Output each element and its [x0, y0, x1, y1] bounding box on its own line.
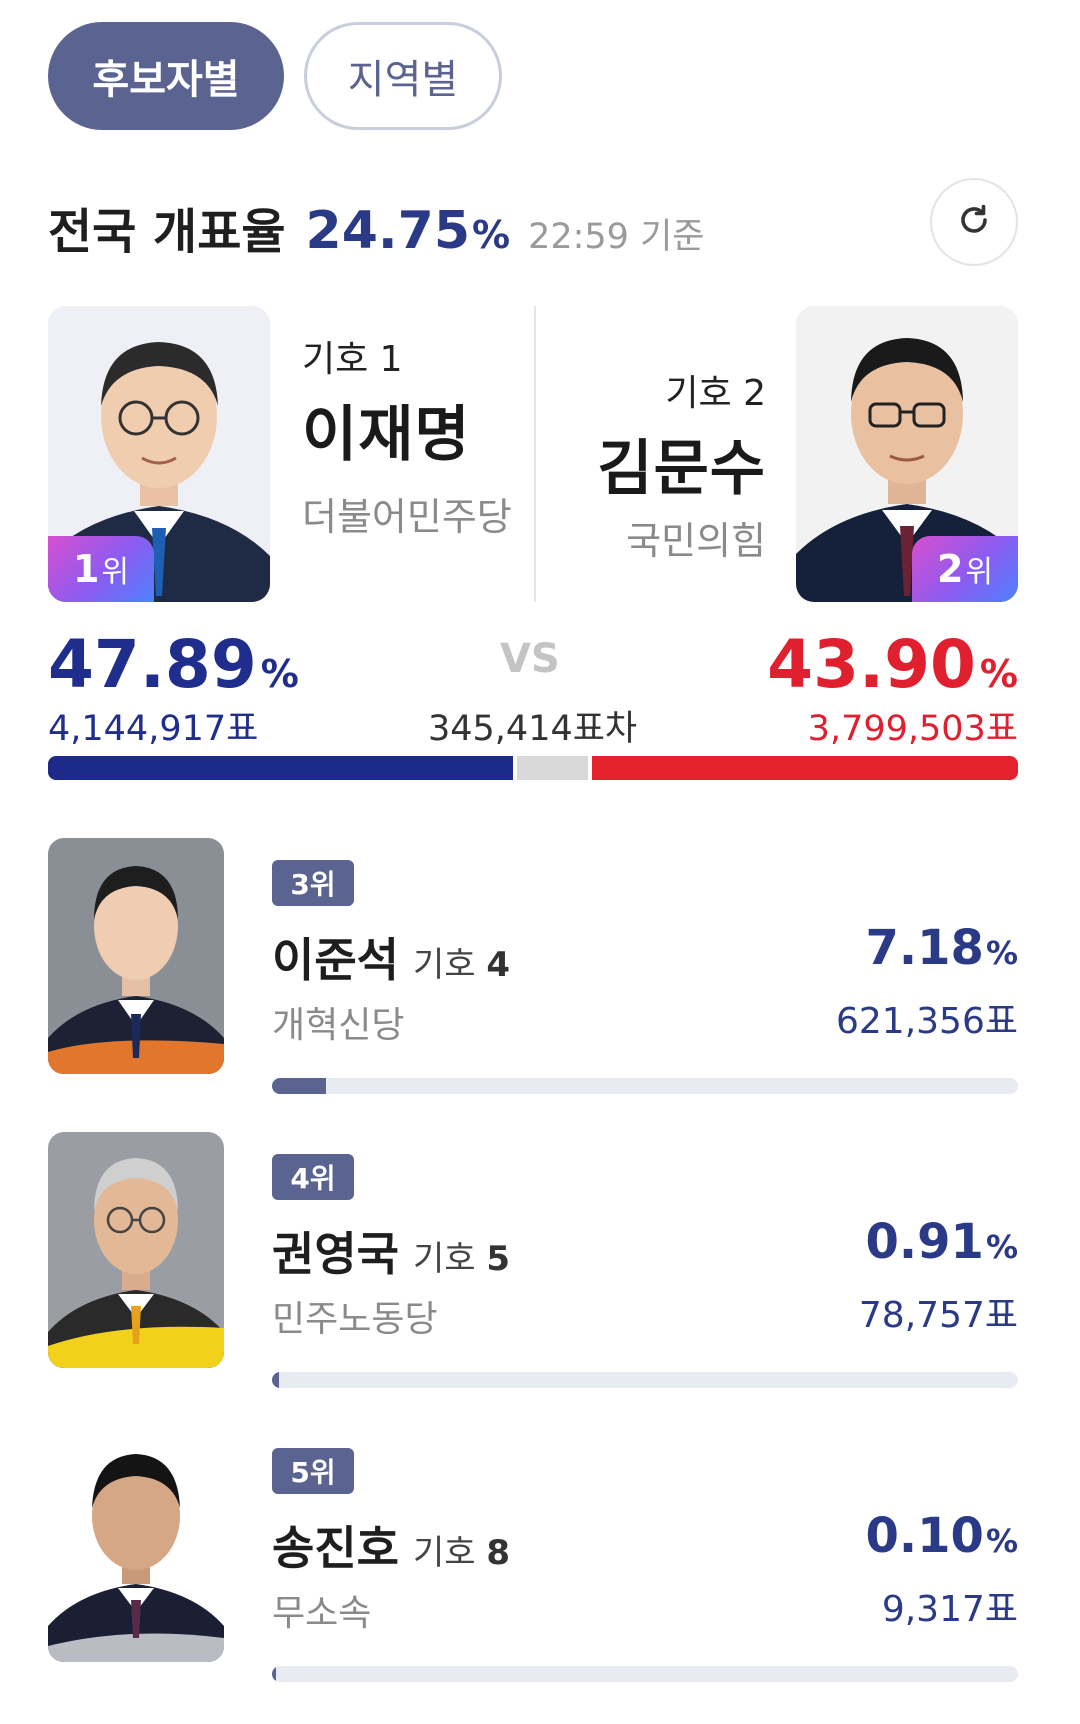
- candidate-1-symbol: 기호 1: [302, 339, 403, 380]
- symbol-number: 8: [486, 1533, 511, 1573]
- candidate-1-votes: 4,144,917표: [48, 709, 259, 749]
- candidate-row-3[interactable]: 3위 이준석 기호 4 개혁신당 7.18% 621,356표: [48, 838, 1018, 1098]
- rank-chip: 3위: [272, 860, 354, 906]
- count-rate-percent: %: [472, 213, 511, 257]
- percent-value: 43.90: [767, 626, 976, 703]
- candidate-4-photo: [48, 1132, 224, 1368]
- candidate-1-party: 더불어민주당: [302, 495, 512, 539]
- rank-unit: 위: [965, 555, 994, 590]
- count-timestamp: 22:59 기준: [528, 217, 705, 257]
- share-bar-track: [272, 1078, 1018, 1094]
- candidate-row-4[interactable]: 4위 권영국 기호 5 민주노동당 0.91% 78,757표: [48, 1132, 1018, 1392]
- rank-number: 2: [936, 547, 964, 591]
- candidate-name: 이준석 기호 4: [272, 924, 510, 990]
- candidate-votes: 9,317표: [881, 1589, 1018, 1630]
- candidate-1-info: 기호 1 이재명 더불어민주당: [302, 330, 522, 547]
- candidate-votes: 621,356표: [836, 1001, 1018, 1042]
- candidate-name: 권영국 기호 5: [272, 1218, 510, 1284]
- candidate-divider: [534, 306, 536, 602]
- percent-sign: %: [985, 1522, 1018, 1560]
- candidate-5-photo: [48, 1426, 224, 1662]
- rank-unit: 위: [101, 555, 130, 590]
- candidate-symbol: 기호 8: [413, 1533, 510, 1573]
- candidate-votes: 78,757표: [858, 1295, 1018, 1336]
- symbol-number: 4: [486, 945, 511, 985]
- candidate-percent: 0.91%: [866, 1214, 1019, 1270]
- percent-sign: %: [979, 652, 1018, 696]
- candidate-1-percent: 47.89%: [48, 626, 299, 703]
- candidate-party: 무소속: [272, 1593, 372, 1634]
- percent-sign: %: [985, 1228, 1018, 1266]
- head-to-head-bar: [48, 756, 1018, 780]
- candidate-1-name[interactable]: 이재명: [302, 386, 522, 473]
- vs-label: VS: [500, 636, 560, 682]
- share-bar-fill: [272, 1372, 279, 1388]
- count-rate-value: 24.75: [305, 201, 470, 261]
- candidate-name: 송진호 기호 8: [272, 1512, 510, 1578]
- candidate-symbol: 기호 5: [413, 1239, 510, 1279]
- candidate-2-name[interactable]: 김문수: [556, 420, 766, 507]
- candidate-name-text: 권영국: [272, 1227, 399, 1281]
- candidate-2-photo: 2위: [796, 306, 1018, 602]
- candidate-row-5[interactable]: 5위 송진호 기호 8 무소속 0.10% 9,317표: [48, 1426, 1018, 1686]
- candidate-3-photo: [48, 838, 224, 1074]
- rank-number: 1: [72, 547, 100, 591]
- symbol-prefix: 기호: [412, 1533, 476, 1573]
- candidate-party: 개혁신당: [272, 1005, 405, 1046]
- candidate-party: 민주노동당: [272, 1299, 438, 1340]
- count-status: 전국 개표율 24.75 % 22:59 기준: [48, 192, 704, 262]
- candidate-2-party: 국민의힘: [626, 519, 766, 563]
- vote-difference: 345,414표차: [428, 709, 638, 749]
- share-bar-fill: [272, 1666, 277, 1682]
- share-bar-fill: [272, 1078, 326, 1094]
- candidate-2-votes: 3,799,503표: [807, 709, 1018, 749]
- candidate-name-text: 송진호: [272, 1521, 399, 1575]
- rank-chip: 5위: [272, 1448, 354, 1494]
- percent-sign: %: [985, 934, 1018, 972]
- candidate-1-share-bar: [48, 756, 513, 780]
- rank-chip: 4위: [272, 1154, 354, 1200]
- candidate-2-symbol: 기호 2: [665, 373, 766, 414]
- candidate-2-info: 기호 2 김문수 국민의힘: [556, 364, 766, 571]
- share-bar-track: [272, 1666, 1018, 1682]
- refresh-icon: [954, 200, 994, 244]
- remaining-share-bar: [512, 756, 593, 780]
- symbol-prefix: 기호: [412, 1239, 476, 1279]
- symbol-prefix: 기호: [412, 945, 476, 985]
- candidate-percent: 0.10%: [866, 1508, 1019, 1564]
- percent-value: 0.91: [865, 1214, 984, 1270]
- candidate-2-percent: 43.90%: [767, 626, 1018, 703]
- rank-badge-1: 1위: [48, 536, 154, 602]
- candidate-symbol: 기호 4: [413, 945, 510, 985]
- percent-value: 7.18: [865, 920, 984, 976]
- view-tabs: 후보자별 지역별: [48, 22, 502, 130]
- candidate-name-text: 이준석: [272, 933, 399, 987]
- tab-by-region[interactable]: 지역별: [304, 22, 502, 130]
- percent-value: 47.89: [48, 626, 257, 703]
- percent-value: 0.10: [865, 1508, 984, 1564]
- count-rate-label: 전국 개표율: [48, 204, 286, 260]
- share-bar-track: [272, 1372, 1018, 1388]
- rank-badge-2: 2위: [912, 536, 1018, 602]
- percent-sign: %: [260, 652, 299, 696]
- refresh-button[interactable]: [930, 178, 1018, 266]
- candidate-2-share-bar: [592, 756, 1018, 780]
- candidate-percent: 7.18%: [866, 920, 1019, 976]
- tab-by-candidate[interactable]: 후보자별: [48, 22, 284, 130]
- candidate-1-photo: 1위: [48, 306, 270, 602]
- symbol-number: 5: [486, 1239, 511, 1279]
